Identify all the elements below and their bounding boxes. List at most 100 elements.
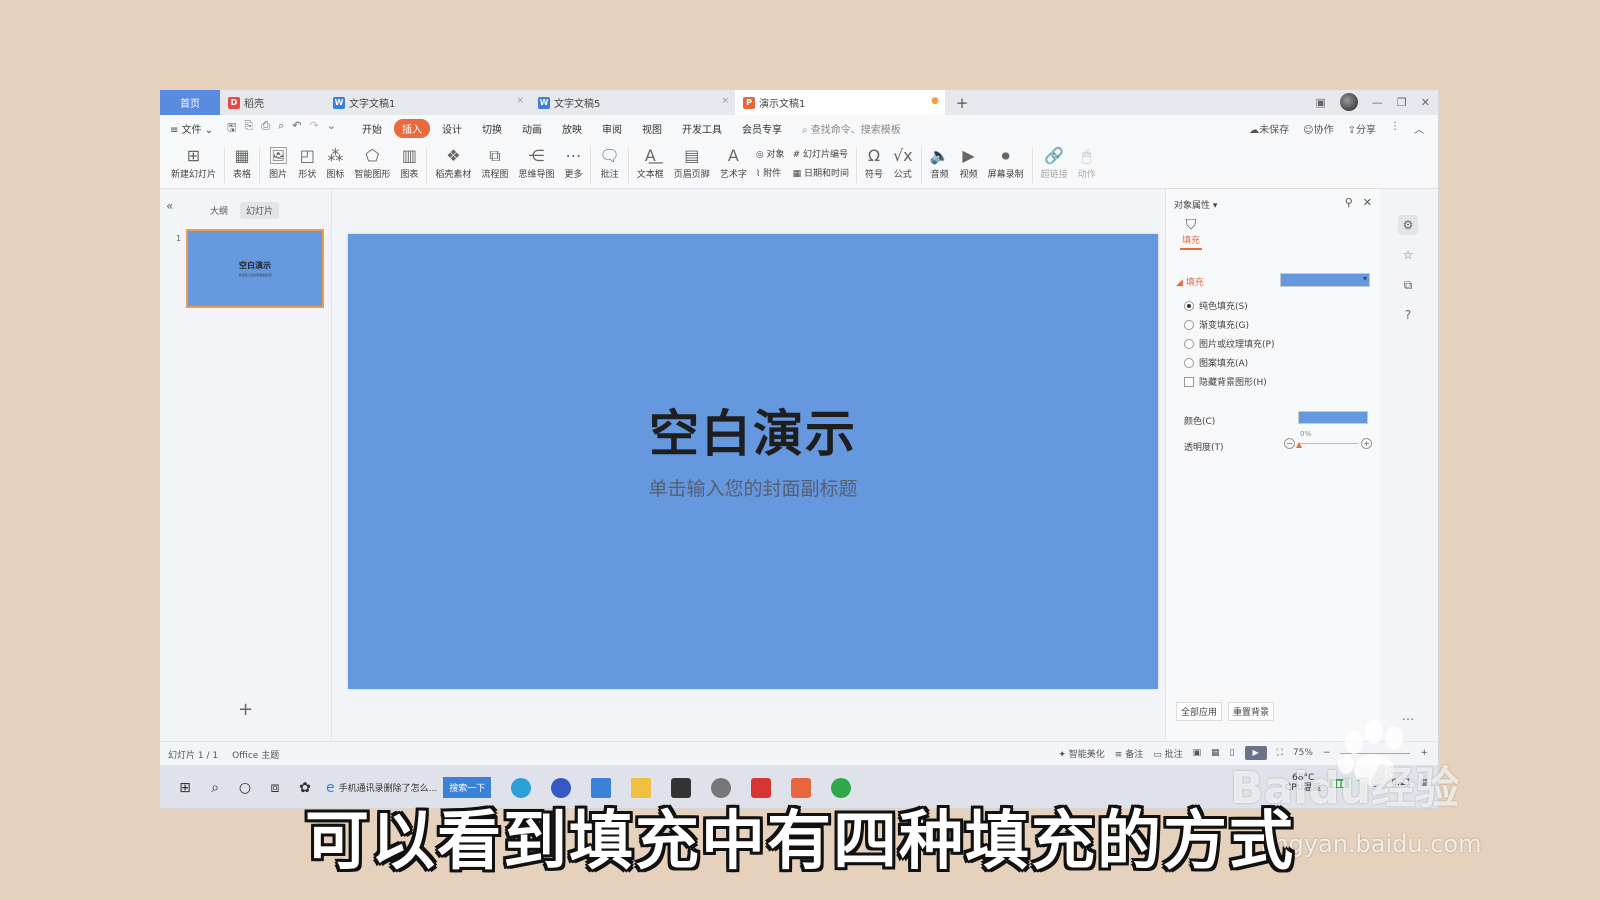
normal-view-icon[interactable]: ▣ bbox=[1193, 748, 1202, 758]
collapse-ribbon-icon[interactable]: ︿ bbox=[1414, 121, 1424, 136]
menu-tab-slideshow[interactable]: 放映 bbox=[554, 119, 590, 138]
notes-button[interactable]: ≡ 备注 bbox=[1115, 747, 1143, 760]
properties-icon[interactable]: ⚙ bbox=[1398, 215, 1418, 235]
close-window-icon[interactable]: ✕ bbox=[1421, 96, 1430, 109]
minus-icon[interactable]: − bbox=[1284, 438, 1295, 449]
radio[interactable] bbox=[1184, 357, 1194, 368]
fill-section-header[interactable]: ◢ 填充 bbox=[1176, 275, 1204, 288]
object-button[interactable]: ◎ 对象 bbox=[756, 147, 785, 160]
smart-graphic-button[interactable]: ⬠ 智能图形 bbox=[349, 141, 395, 180]
tab-outline[interactable]: 大纲 bbox=[204, 202, 234, 219]
mindmap-button[interactable]: ⋲ 思维导图 bbox=[513, 141, 559, 180]
option-hide-background[interactable]: 隐藏背景图形(H) bbox=[1184, 375, 1267, 388]
fill-color-dropdown[interactable] bbox=[1280, 273, 1370, 287]
minimize-icon[interactable]: — bbox=[1372, 96, 1383, 109]
add-slide-button[interactable]: + bbox=[238, 699, 253, 720]
daoke-material-button[interactable]: ❖ 稻壳素材 bbox=[430, 141, 476, 180]
customize-icon[interactable]: ⌄ bbox=[327, 119, 336, 138]
undo-icon[interactable]: ↶ bbox=[292, 119, 301, 138]
apply-all-button[interactable]: 全部应用 bbox=[1176, 702, 1223, 721]
reset-background-button[interactable]: 重置背景 bbox=[1228, 702, 1275, 721]
preview-icon[interactable]: ⌕ bbox=[278, 119, 284, 138]
slide-number-button[interactable]: # 幻灯片编号 bbox=[793, 147, 849, 160]
close-icon[interactable]: × bbox=[516, 96, 524, 106]
menu-tab-transition[interactable]: 切换 bbox=[474, 119, 510, 138]
layout-icon[interactable]: ▣ bbox=[1316, 96, 1326, 109]
attach-button[interactable]: ⌇ 附件 bbox=[756, 166, 785, 179]
menu-tab-home[interactable]: 开始 bbox=[354, 119, 390, 138]
symbol-button[interactable]: Ω 符号 bbox=[860, 141, 888, 180]
tab-home[interactable]: 首页 bbox=[160, 90, 220, 115]
menu-tab-design[interactable]: 设计 bbox=[434, 119, 470, 138]
slider-track[interactable] bbox=[1298, 443, 1358, 444]
radio-selected[interactable] bbox=[1184, 300, 1194, 311]
checkbox[interactable] bbox=[1184, 376, 1194, 387]
print-icon[interactable]: ⎙ bbox=[261, 119, 270, 138]
add-tab-button[interactable]: + bbox=[952, 90, 972, 115]
file-menu[interactable]: ≡ 文件 ⌄ bbox=[170, 121, 213, 136]
shape-button[interactable]: ◰ 形状 bbox=[293, 141, 321, 180]
save-icon[interactable]: 🖫 bbox=[227, 119, 236, 138]
slide-title[interactable]: 空白演示 bbox=[348, 394, 1158, 466]
tab-doc5[interactable]: W 文字文稿5 × bbox=[530, 90, 735, 115]
share-button[interactable]: ⇪分享 bbox=[1348, 121, 1376, 136]
tab-doc1[interactable]: W 文字文稿1 × bbox=[325, 90, 530, 115]
chart-button[interactable]: ▥ 图表 bbox=[395, 141, 423, 180]
panel-title[interactable]: 对象属性 ▾ bbox=[1174, 198, 1217, 211]
avatar[interactable] bbox=[1339, 93, 1358, 111]
option-picture-fill[interactable]: 图片或纹理填充(P) bbox=[1184, 337, 1274, 350]
new-slide-button[interactable]: ⊞ 新建幻灯片 bbox=[166, 141, 221, 180]
table-button[interactable]: ▦ 表格 bbox=[228, 141, 256, 180]
menu-tab-animation[interactable]: 动画 bbox=[514, 119, 550, 138]
radio[interactable] bbox=[1184, 338, 1194, 349]
close-icon[interactable]: ✕ bbox=[1363, 196, 1372, 209]
unsaved-dot-icon[interactable]: ● bbox=[931, 96, 939, 106]
transparency-slider[interactable]: − 0% + bbox=[1284, 430, 1372, 451]
option-gradient-fill[interactable]: 渐变填充(G) bbox=[1184, 318, 1249, 331]
menu-tab-view[interactable]: 视图 bbox=[634, 119, 670, 138]
slider-knob[interactable] bbox=[1296, 442, 1302, 448]
formula-button[interactable]: √x 公式 bbox=[888, 141, 918, 180]
tab-presentation[interactable]: P 演示文稿1 ● bbox=[735, 90, 945, 115]
option-solid-fill[interactable]: 纯色填充(S) bbox=[1184, 299, 1248, 312]
slide[interactable]: 空白演示 单击输入您的封面副标题 bbox=[348, 234, 1158, 689]
star-icon[interactable]: ☆ bbox=[1398, 245, 1418, 265]
export-icon[interactable]: ⎘ bbox=[245, 119, 254, 138]
fill-tab[interactable]: ⛉ 填充 bbox=[1176, 217, 1206, 250]
flowchart-button[interactable]: ⧉ 流程图 bbox=[476, 141, 513, 180]
tab-slides[interactable]: 幻灯片 bbox=[240, 202, 280, 219]
datetime-button[interactable]: ▦ 日期和时间 bbox=[793, 166, 849, 179]
menu-tab-insert[interactable]: 插入 bbox=[393, 118, 430, 138]
icon-button[interactable]: ⁂ 图标 bbox=[321, 141, 349, 180]
slide-subtitle[interactable]: 单击输入您的封面副标题 bbox=[348, 474, 1158, 501]
header-footer-button[interactable]: ▤ 页眉页脚 bbox=[669, 141, 715, 180]
unsaved-button[interactable]: ☁未保存 bbox=[1249, 121, 1289, 136]
hyperlink-button[interactable]: 🔗 超链接 bbox=[1036, 141, 1073, 180]
sorter-view-icon[interactable]: ▦ bbox=[1211, 748, 1220, 758]
help-icon[interactable]: ? bbox=[1398, 305, 1418, 325]
action-button[interactable]: 🖱 动作 bbox=[1073, 141, 1101, 180]
video-button[interactable]: ▶ 视频 bbox=[955, 141, 983, 180]
screen-record-button[interactable]: ⏺ 屏幕录制 bbox=[983, 141, 1029, 180]
close-icon[interactable]: × bbox=[721, 96, 729, 106]
menu-tab-review[interactable]: 审阅 bbox=[594, 119, 630, 138]
menu-tab-member[interactable]: 会员专享 bbox=[734, 119, 790, 138]
wordart-button[interactable]: A 艺术字 bbox=[715, 141, 752, 180]
restore-icon[interactable]: ❐ bbox=[1397, 96, 1407, 109]
audio-button[interactable]: 🔈 音频 bbox=[925, 141, 955, 180]
more-button[interactable]: ⋯ 更多 bbox=[559, 141, 587, 180]
option-pattern-fill[interactable]: 图案填充(A) bbox=[1184, 356, 1248, 369]
format-icon[interactable]: ⧉ bbox=[1398, 275, 1418, 295]
radio[interactable] bbox=[1184, 319, 1194, 330]
menu-tab-developer[interactable]: 开发工具 bbox=[674, 119, 730, 138]
beautify-button[interactable]: ✦ 智能美化 bbox=[1058, 747, 1104, 760]
collab-button[interactable]: ☺协作 bbox=[1303, 121, 1333, 136]
picture-button[interactable]: 🖼 图片 bbox=[263, 141, 293, 180]
textbox-button[interactable]: A͟ 文本框 bbox=[632, 141, 669, 180]
command-search[interactable]: ⌕ 查找命令、搜索模板 bbox=[802, 121, 901, 136]
color-picker[interactable] bbox=[1298, 411, 1368, 424]
comment-button[interactable]: 🗨 批注 bbox=[594, 141, 624, 180]
slide-thumbnail[interactable]: 空白演示 单击输入您的封面副标题 bbox=[186, 229, 324, 308]
comments-button[interactable]: ▭ 批注 bbox=[1153, 747, 1182, 760]
plus-icon[interactable]: + bbox=[1361, 438, 1372, 449]
